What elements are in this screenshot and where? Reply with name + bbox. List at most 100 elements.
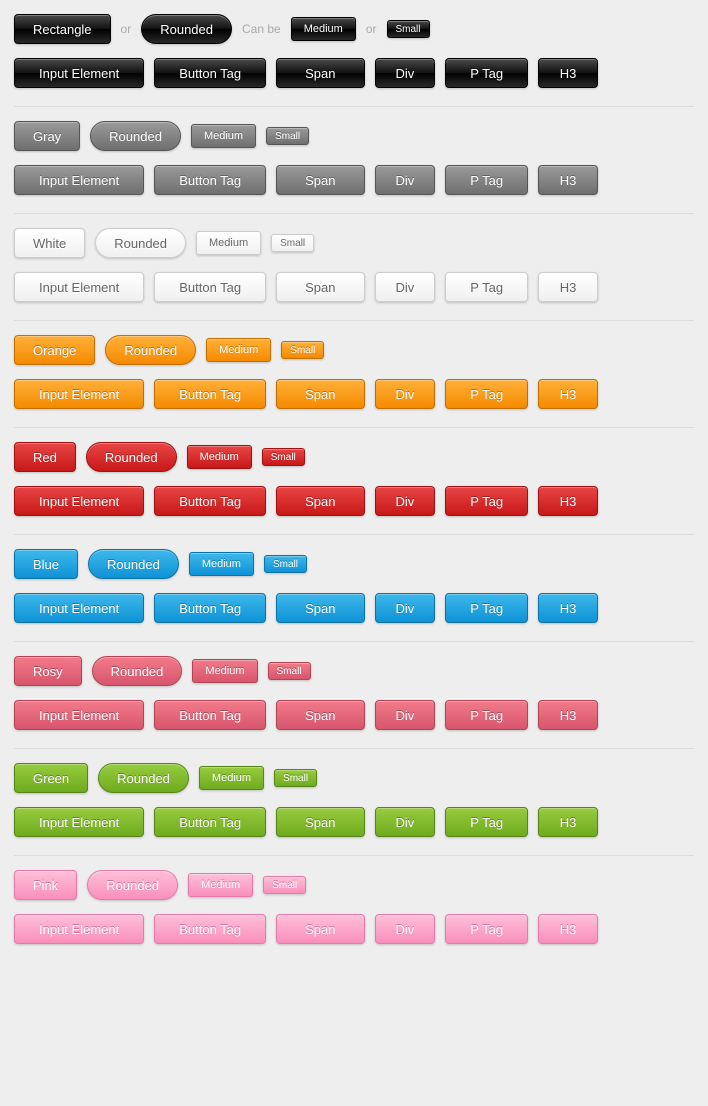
black-rect-button[interactable]: Rectangle [14, 14, 111, 44]
blue-input-element-button[interactable]: Input Element [14, 593, 144, 623]
gray-rect-button[interactable]: Gray [14, 121, 80, 151]
white-rect-button[interactable]: White [14, 228, 85, 258]
green-span-button[interactable]: Span [276, 807, 364, 837]
pink-rounded-button[interactable]: Rounded [87, 870, 178, 900]
red-span-button[interactable]: Span [276, 486, 364, 516]
gray-p-tag-button[interactable]: P Tag [445, 165, 528, 195]
blue-h3-button[interactable]: H3 [538, 593, 598, 623]
red-div-button[interactable]: Div [375, 486, 436, 516]
blue-button-tag-button[interactable]: Button Tag [154, 593, 266, 623]
orange-rounded-button[interactable]: Rounded [105, 335, 196, 365]
row-variants-green: Green Rounded Medium Small [14, 763, 694, 793]
blue-rect-button[interactable]: Blue [14, 549, 78, 579]
black-p-tag-button[interactable]: P Tag [445, 58, 528, 88]
red-button-tag-button[interactable]: Button Tag [154, 486, 266, 516]
white-rounded-button[interactable]: Rounded [95, 228, 186, 258]
red-h3-button[interactable]: H3 [538, 486, 598, 516]
red-rounded-button[interactable]: Rounded [86, 442, 177, 472]
rosy-button-tag-button[interactable]: Button Tag [154, 700, 266, 730]
blue-small-button[interactable]: Small [264, 555, 307, 573]
green-button-tag-button[interactable]: Button Tag [154, 807, 266, 837]
rosy-div-button[interactable]: Div [375, 700, 436, 730]
gray-rounded-button[interactable]: Rounded [90, 121, 181, 151]
rosy-small-button[interactable]: Small [268, 662, 311, 680]
red-input-element-button[interactable]: Input Element [14, 486, 144, 516]
blue-rounded-button[interactable]: Rounded [88, 549, 179, 579]
red-small-button[interactable]: Small [262, 448, 305, 466]
pink-rect-button[interactable]: Pink [14, 870, 77, 900]
black-small-button[interactable]: Small [387, 20, 430, 38]
white-button-tag-button[interactable]: Button Tag [154, 272, 266, 302]
white-span-button[interactable]: Span [276, 272, 364, 302]
blue-medium-button[interactable]: Medium [189, 552, 254, 576]
green-medium-button[interactable]: Medium [199, 766, 264, 790]
black-input-element-button[interactable]: Input Element [14, 58, 144, 88]
gray-h3-button[interactable]: H3 [538, 165, 598, 195]
white-h3-button[interactable]: H3 [538, 272, 598, 302]
rosy-p-tag-button[interactable]: P Tag [445, 700, 528, 730]
blue-p-tag-button[interactable]: P Tag [445, 593, 528, 623]
gray-medium-button[interactable]: Medium [191, 124, 256, 148]
black-div-button[interactable]: Div [375, 58, 436, 88]
pink-small-button[interactable]: Small [263, 876, 306, 894]
green-small-button[interactable]: Small [274, 769, 317, 787]
green-input-element-button[interactable]: Input Element [14, 807, 144, 837]
rosy-span-button[interactable]: Span [276, 700, 364, 730]
green-div-button[interactable]: Div [375, 807, 436, 837]
white-p-tag-button[interactable]: P Tag [445, 272, 528, 302]
section-white: White Rounded Medium Small Input Element Butt… [14, 228, 694, 321]
black-span-button[interactable]: Span [276, 58, 364, 88]
orange-small-button[interactable]: Small [281, 341, 324, 359]
orange-span-button[interactable]: Span [276, 379, 364, 409]
orange-rect-button[interactable]: Orange [14, 335, 95, 365]
black-medium-button[interactable]: Medium [291, 17, 356, 41]
red-p-tag-button[interactable]: P Tag [445, 486, 528, 516]
green-rect-button[interactable]: Green [14, 763, 88, 793]
rosy-rect-button[interactable]: Rosy [14, 656, 82, 686]
gray-input-element-button[interactable]: Input Element [14, 165, 144, 195]
pink-p-tag-button[interactable]: P Tag [445, 914, 528, 944]
pink-input-element-button[interactable]: Input Element [14, 914, 144, 944]
blue-span-button[interactable]: Span [276, 593, 364, 623]
orange-medium-button[interactable]: Medium [206, 338, 271, 362]
red-rect-button[interactable]: Red [14, 442, 76, 472]
rosy-input-element-button[interactable]: Input Element [14, 700, 144, 730]
caption-canbe: Can be [242, 22, 281, 36]
green-p-tag-button[interactable]: P Tag [445, 807, 528, 837]
gray-small-button[interactable]: Small [266, 127, 309, 145]
orange-p-tag-button[interactable]: P Tag [445, 379, 528, 409]
orange-div-button[interactable]: Div [375, 379, 436, 409]
caption-or-2: or [366, 22, 377, 36]
section-black: RectangleorRoundedCan beMediumorSmallInp… [14, 14, 694, 107]
pink-h3-button[interactable]: H3 [538, 914, 598, 944]
white-input-element-button[interactable]: Input Element [14, 272, 144, 302]
green-h3-button[interactable]: H3 [538, 807, 598, 837]
gray-div-button[interactable]: Div [375, 165, 436, 195]
gray-span-button[interactable]: Span [276, 165, 364, 195]
rosy-h3-button[interactable]: H3 [538, 700, 598, 730]
orange-h3-button[interactable]: H3 [538, 379, 598, 409]
row-variants-black: RectangleorRoundedCan beMediumorSmall [14, 14, 694, 44]
orange-input-element-button[interactable]: Input Element [14, 379, 144, 409]
section-red: Red Rounded Medium Small Input Element Button… [14, 442, 694, 535]
rosy-medium-button[interactable]: Medium [192, 659, 257, 683]
gray-button-tag-button[interactable]: Button Tag [154, 165, 266, 195]
red-medium-button[interactable]: Medium [187, 445, 252, 469]
white-medium-button[interactable]: Medium [196, 231, 261, 255]
pink-button-tag-button[interactable]: Button Tag [154, 914, 266, 944]
rosy-rounded-button[interactable]: Rounded [92, 656, 183, 686]
pink-span-button[interactable]: Span [276, 914, 364, 944]
black-button-tag-button[interactable]: Button Tag [154, 58, 266, 88]
orange-button-tag-button[interactable]: Button Tag [154, 379, 266, 409]
white-small-button[interactable]: Small [271, 234, 314, 252]
blue-div-button[interactable]: Div [375, 593, 436, 623]
black-h3-button[interactable]: H3 [538, 58, 598, 88]
row-variants-pink: Pink Rounded Medium Small [14, 870, 694, 900]
row-tags-white: Input Element Button Tag Span Div P Tag H3 [14, 272, 694, 302]
row-tags-black: Input Element Button Tag Span Div P Tag H3 [14, 58, 694, 88]
black-rounded-button[interactable]: Rounded [141, 14, 232, 44]
white-div-button[interactable]: Div [375, 272, 436, 302]
pink-div-button[interactable]: Div [375, 914, 436, 944]
pink-medium-button[interactable]: Medium [188, 873, 253, 897]
green-rounded-button[interactable]: Rounded [98, 763, 189, 793]
